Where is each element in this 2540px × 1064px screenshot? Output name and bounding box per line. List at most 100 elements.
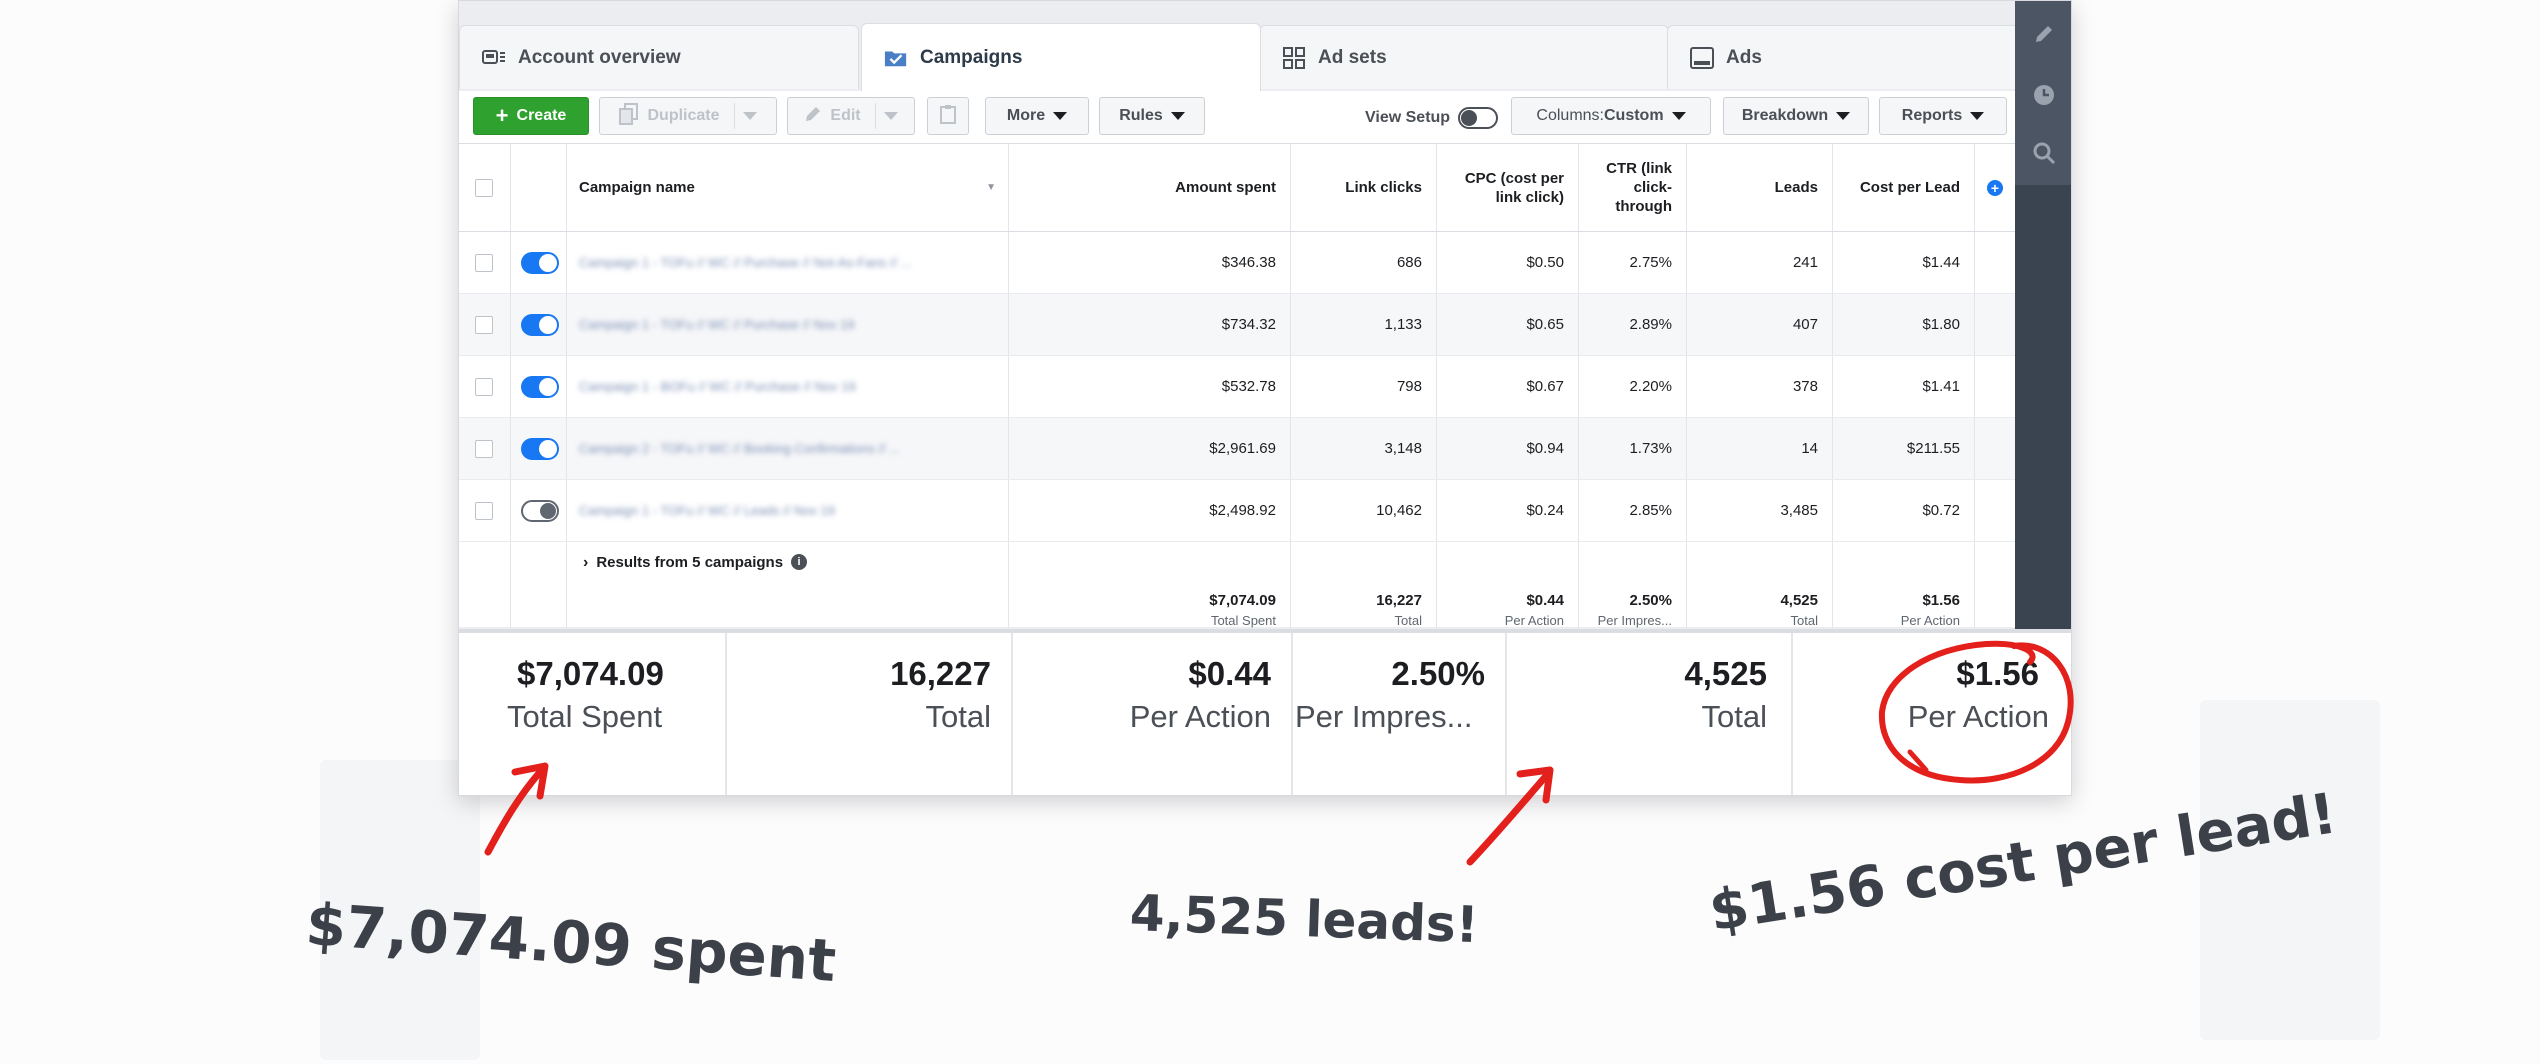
cell-amount-spent: $2,961.69 [1009,418,1291,479]
campaign-status-toggle[interactable] [521,499,559,522]
level-tabs: Account overview Campaigns Ad sets Ads [459,19,2027,91]
row-spacer-cell [1975,232,2015,293]
breakdown-dropdown[interactable]: Breakdown [1723,97,1869,135]
table-header-row: Campaign name ▼ Amount spent Link clicks… [459,144,2015,232]
total-cpc: $0.44 Per Action [1437,542,1579,628]
cell-link-clicks: 1,133 [1291,294,1437,355]
row-select-cell [459,294,511,355]
table-row[interactable]: Campaign 1 - BOFu // WC // Purchase // N… [459,356,2015,418]
column-header-ctr[interactable]: CTR (link click- through [1579,144,1687,231]
search-icon[interactable] [2030,141,2058,169]
cell-link-clicks: 798 [1291,356,1437,417]
cell-cpc: $0.67 [1437,356,1579,417]
row-checkbox[interactable] [475,377,493,396]
cell-link-clicks: 3,148 [1291,418,1437,479]
tab-label: Ads [1726,46,1762,68]
campaign-status-toggle[interactable] [521,375,559,398]
toggle-header-cell [511,144,567,231]
column-header-leads[interactable]: Leads [1687,144,1833,231]
total-amount-spent: $7,074.09 Total Spent [1009,542,1291,628]
clock-icon[interactable] [2030,83,2058,111]
campaign-status-toggle[interactable] [521,313,559,336]
backdrop-shape [2200,700,2380,1040]
cell-cpc: $0.24 [1437,480,1579,541]
add-column-button[interactable]: + [1975,144,2015,231]
view-setup-toggle[interactable]: View Setup [1365,107,1499,129]
chevron-down-icon [1970,112,1985,120]
tab-account-overview[interactable]: Account overview [459,25,859,89]
tab-campaigns[interactable]: Campaigns [861,23,1261,91]
cell-amount-spent: $734.32 [1009,294,1291,355]
grid-icon [1282,46,1306,69]
row-checkbox[interactable] [475,501,493,520]
right-side-rail [2015,1,2071,629]
campaign-name-link[interactable]: Campaign 1 - TOFu // WC // Purchase // N… [579,317,855,332]
summary-link-clicks: 16,227 Total [727,633,1013,795]
more-button[interactable]: More [985,97,1089,135]
cell-cpc: $0.94 [1437,418,1579,479]
cell-leads: 3,485 [1687,480,1833,541]
tab-label: Campaigns [920,46,1023,68]
campaign-name-link[interactable]: Campaign 1 - TOFu // WC // Leads // Nov … [579,503,835,518]
column-header-campaign-name[interactable]: Campaign name ▼ [567,144,1009,231]
select-all-cell [459,144,511,231]
clipboard-button[interactable] [927,97,969,135]
campaign-name-cell[interactable]: Campaign 1 - TOFu // WC // Purchase // N… [567,294,1009,355]
row-select-cell [459,356,511,417]
campaign-status-toggle[interactable] [521,251,559,274]
column-header-link-clicks[interactable]: Link clicks [1291,144,1437,231]
cell-ctr: 2.75% [1579,232,1687,293]
row-select-cell [459,232,511,293]
table-row[interactable]: Campaign 2 - TOFu // WC // Booking Confi… [459,418,2015,480]
view-setup-switch[interactable] [1458,107,1499,129]
rules-button[interactable]: Rules [1099,97,1205,135]
edit-button[interactable]: Edit [787,97,915,135]
totals-spacer-cell [1975,542,2015,628]
totals-label-cell[interactable]: › Results from 5 campaigns i [567,542,1009,628]
cell-leads: 241 [1687,232,1833,293]
table-row[interactable]: Campaign 1 - TOFu // WC // Purchase // N… [459,232,2015,294]
campaign-name-cell[interactable]: Campaign 1 - TOFu // WC // Leads // Nov … [567,480,1009,541]
cell-ctr: 2.85% [1579,480,1687,541]
duplicate-button[interactable]: Duplicate [599,97,777,135]
chevron-down-icon [883,112,898,120]
select-all-checkbox[interactable] [475,178,493,197]
cell-ctr: 2.20% [1579,356,1687,417]
table-row[interactable]: Campaign 1 - TOFu // WC // Leads // Nov … [459,480,2015,542]
row-checkbox[interactable] [475,253,493,272]
chevron-down-icon [742,112,757,120]
total-link-clicks: 16,227 Total [1291,542,1437,628]
campaign-name-link[interactable]: Campaign 1 - BOFu // WC // Purchase // N… [579,379,856,394]
row-checkbox[interactable] [475,439,493,458]
campaign-name-cell[interactable]: Campaign 1 - BOFu // WC // Purchase // N… [567,356,1009,417]
tab-ads[interactable]: Ads [1667,25,2027,89]
campaign-name-link[interactable]: Campaign 2 - TOFu // WC // Booking Confi… [579,441,900,456]
row-toggle-cell [511,232,567,293]
tab-ad-sets[interactable]: Ad sets [1259,25,1669,89]
cell-cpc: $0.65 [1437,294,1579,355]
info-icon: i [791,554,808,570]
campaign-status-toggle[interactable] [521,437,559,460]
column-header-cost-per-lead[interactable]: Cost per Lead [1833,144,1975,231]
tab-label: Account overview [518,46,681,68]
create-button[interactable]: + Create [473,97,589,135]
column-header-amount-spent[interactable]: Amount spent [1009,144,1291,231]
campaign-name-link[interactable]: Campaign 1 - TOFu // WC // Purchase // N… [579,255,912,270]
annotation-leads: 4,525 leads! [1128,884,1480,955]
columns-dropdown[interactable]: Columns: Custom [1511,97,1711,135]
column-header-cpc[interactable]: CPC (cost per link click) [1437,144,1579,231]
pencil-icon[interactable] [2030,23,2058,51]
row-checkbox[interactable] [475,315,493,334]
row-spacer-cell [1975,294,2015,355]
summary-amount-spent: $7,074.09 Total Spent [459,633,727,795]
campaign-name-cell[interactable]: Campaign 2 - TOFu // WC // Booking Confi… [567,418,1009,479]
cell-leads: 14 [1687,418,1833,479]
cell-cost-per-lead: $211.55 [1833,418,1975,479]
row-spacer-cell [1975,418,2015,479]
summary-cpc: $0.44 Per Action [1013,633,1293,795]
reports-dropdown[interactable]: Reports [1879,97,2007,135]
plus-icon: + [495,103,509,128]
campaign-name-cell[interactable]: Campaign 1 - TOFu // WC // Purchase // N… [567,232,1009,293]
table-row[interactable]: Campaign 1 - TOFu // WC // Purchase // N… [459,294,2015,356]
cell-ctr: 1.73% [1579,418,1687,479]
